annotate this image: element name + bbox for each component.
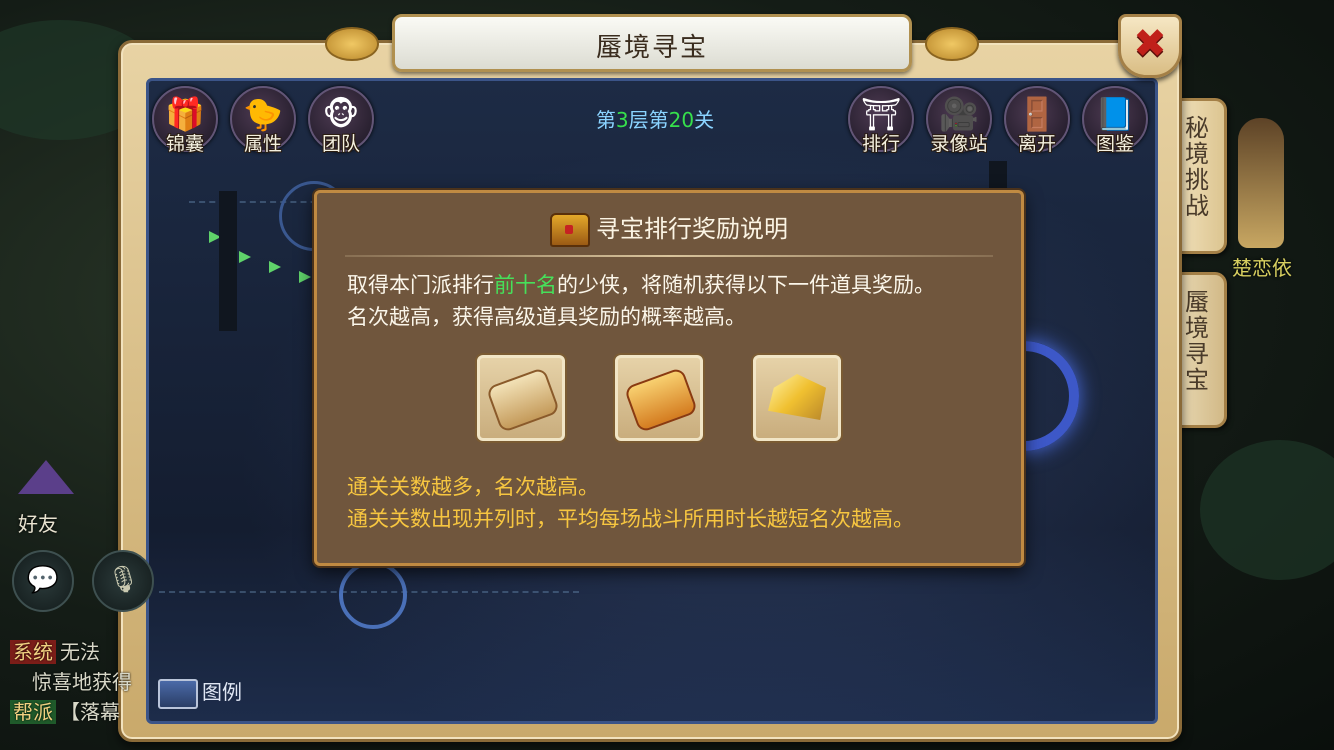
rule-line: 通关关数越多，名次越高。 [347, 475, 599, 499]
button-label: 排行 [861, 133, 900, 155]
chat-text: 【落幕 [60, 700, 120, 724]
team-button[interactable]: 🐵 团队 [308, 86, 374, 155]
button-label: 图鉴 [1095, 133, 1134, 155]
close-button[interactable]: ✖ [1118, 14, 1182, 78]
level-indicator: 第3层第20关 [560, 104, 750, 133]
button-label: 属性 [243, 133, 282, 155]
map-pillar [219, 191, 237, 331]
chat-line[interactable]: 惊喜地获得 [32, 666, 132, 695]
reward-item-slot[interactable] [615, 355, 703, 441]
codex-button[interactable]: 📘 图鉴 [1082, 86, 1148, 155]
image-icon [158, 678, 198, 709]
reward-info-dialog[interactable]: 寻宝排行奖励说明 取得本门派排行前十名的少侠，将随机获得以下一件道具奖励。 名次… [314, 190, 1024, 566]
dialog-header: 寻宝排行奖励说明 [317, 209, 1021, 247]
reward-description: 取得本门派排行前十名的少侠，将随机获得以下一件道具奖励。 名次越高，获得高级道具… [347, 269, 1001, 333]
description-line: 名次越高，获得高级道具奖励的概率越高。 [347, 305, 746, 329]
ranking-rules: 通关关数越多，名次越高。 通关关数出现并列时，平均每场战斗所用时长越短名次越高。 [347, 471, 1001, 535]
button-label: 离开 [1017, 133, 1056, 155]
button-label: 锦囊 [165, 133, 204, 155]
pouch-button[interactable]: 🎁 锦囊 [152, 86, 218, 155]
ornament-icon [325, 27, 379, 61]
legend-label: 图例 [202, 680, 242, 704]
description-text: 取得本门派排行 [347, 273, 494, 297]
button-label: 录像站 [930, 133, 988, 155]
path-arrow-icon [269, 261, 281, 273]
level-prefix: 第 [595, 108, 616, 132]
reward-item-slot[interactable] [753, 355, 841, 441]
voice-button[interactable]: 🎙 [92, 550, 154, 612]
character-name: 楚恋依 [1232, 256, 1292, 280]
window-title: 蜃境寻宝 [595, 33, 708, 63]
chat-line[interactable]: 系统 无法 [10, 636, 100, 665]
ornament-icon [925, 27, 979, 61]
background-foliage [1200, 440, 1334, 580]
tab-label: 蜃境寻宝 [1180, 289, 1209, 393]
close-icon: ✖ [1133, 21, 1167, 67]
path-arrow-icon [239, 251, 251, 263]
legend-button[interactable]: 图例 [158, 676, 242, 709]
chat-channel-tag: 系统 [10, 640, 56, 664]
rule-line: 通关关数出现并列时，平均每场战斗所用时长越短名次越高。 [347, 507, 914, 531]
wizard-hat-icon [18, 460, 74, 494]
description-text: 的少侠，将随机获得以下一件道具奖励。 [557, 273, 935, 297]
floor-number: 3 [615, 108, 629, 132]
scroll-icon [485, 366, 561, 434]
map-node[interactable] [339, 561, 407, 629]
window-title-plate: 蜃境寻宝 [325, 14, 979, 72]
chat-button[interactable]: 💬 [12, 550, 74, 612]
friends-label: 好友 [18, 512, 58, 536]
microphone-icon: 🎙 [106, 565, 140, 595]
chat-channel-tag: 帮派 [10, 700, 56, 724]
description-line: 取得本门派排行前十名的少侠，将随机获得以下一件道具奖励。 [347, 269, 1001, 301]
reward-item-slot[interactable] [477, 355, 565, 441]
top-ten-highlight: 前十名 [494, 273, 557, 297]
level-mid: 层第 [628, 108, 669, 132]
player-character[interactable] [1238, 118, 1284, 248]
leave-button[interactable]: 🚪 离开 [1004, 86, 1070, 155]
tab-label: 秘境挑战 [1180, 115, 1209, 219]
chat-text: 无法 [60, 640, 100, 664]
gold-ingot-icon [768, 374, 826, 420]
dialog-title: 寻宝排行奖励说明 [596, 215, 788, 243]
treasure-chest-icon [550, 213, 590, 247]
level-suffix: 关 [694, 108, 715, 132]
button-label: 团队 [321, 133, 360, 155]
path-arrow-icon [299, 271, 311, 283]
chat-bubble-icon: 💬 [26, 565, 60, 595]
ranking-button[interactable]: ⛩ 排行 [848, 86, 914, 155]
stage-number: 20 [668, 108, 695, 132]
divider [345, 255, 993, 257]
golden-scroll-icon [623, 366, 699, 434]
video-station-button[interactable]: 🎥 录像站 [926, 86, 992, 155]
attributes-button[interactable]: 🐤 属性 [230, 86, 296, 155]
chat-text: 惊喜地获得 [32, 670, 132, 694]
chat-line[interactable]: 帮派 【落幕 [10, 696, 120, 725]
